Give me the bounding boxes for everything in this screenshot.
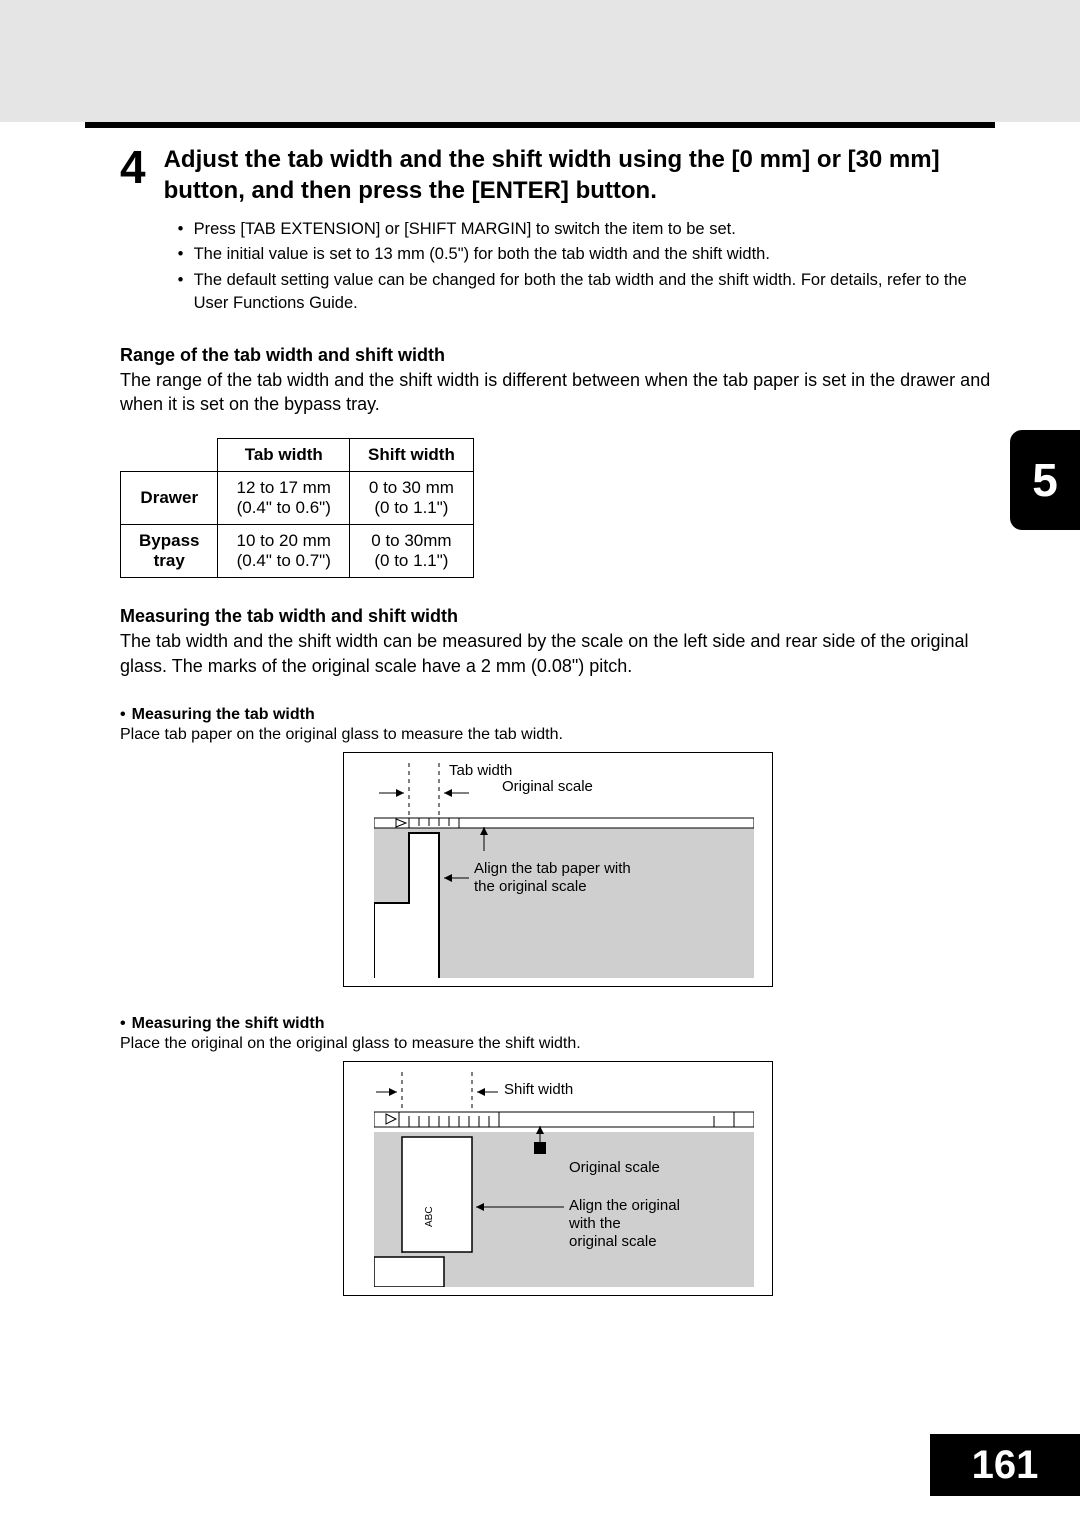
chapter-tab: 5 (1010, 430, 1080, 530)
cell: 0 to 30 mm (0 to 1.1") (349, 472, 473, 525)
shift-measure-text: Place the original on the original glass… (120, 1035, 995, 1053)
svg-text:Original scale: Original scale (569, 1159, 660, 1176)
list-item: The initial value is set to 13 mm (0.5")… (178, 243, 995, 266)
header-band (0, 0, 1080, 122)
diagram-icon: ABC Shift width Original scale Align the… (374, 1072, 754, 1287)
cell: 10 to 20 mm (0.4" to 0.7") (218, 525, 350, 578)
measure-heading: Measuring the tab width and shift width (120, 606, 995, 627)
range-heading: Range of the tab width and shift width (120, 345, 995, 366)
tab-measure-heading: •Measuring the tab width (120, 706, 995, 724)
step-body: Adjust the tab width and the shift width… (164, 144, 995, 317)
step-block: 4 Adjust the tab width and the shift wid… (120, 144, 995, 317)
svg-text:the original scale: the original scale (474, 878, 587, 895)
table-row: Bypasstray 10 to 20 mm (0.4" to 0.7") 0 … (121, 525, 474, 578)
content: 4 Adjust the tab width and the shift wid… (0, 128, 1080, 1296)
measure-text: The tab width and the shift width can be… (120, 629, 995, 678)
diagram-icon: Tab width Original scale Align the tab p… (374, 763, 754, 978)
svg-text:Tab width: Tab width (449, 763, 512, 779)
svg-text:Align the original: Align the original (569, 1197, 680, 1214)
range-text: The range of the tab width and the shift… (120, 368, 995, 417)
row-bypass: Bypasstray (121, 525, 218, 578)
figure-tab-width: Tab width Original scale Align the tab p… (343, 752, 773, 987)
svg-text:original scale: original scale (569, 1233, 657, 1250)
cell: 12 to 17 mm (0.4" to 0.6") (218, 472, 350, 525)
list-item: The default setting value can be changed… (178, 269, 995, 315)
cell: 0 to 30mm (0 to 1.1") (349, 525, 473, 578)
shift-measure-heading: •Measuring the shift width (120, 1015, 995, 1033)
svg-text:with the: with the (568, 1215, 621, 1232)
col-shift-width: Shift width (349, 439, 473, 472)
svg-text:Align the tab paper with: Align the tab paper with (474, 860, 631, 877)
svg-text:ABC: ABC (424, 1206, 435, 1227)
svg-text:Original scale: Original scale (502, 778, 593, 795)
page-number-box: 161 (930, 1434, 1080, 1496)
step-title: Adjust the tab width and the shift width… (164, 144, 995, 206)
step-notes: Press [TAB EXTENSION] or [SHIFT MARGIN] … (178, 218, 995, 314)
chapter-number: 5 (1032, 453, 1058, 507)
range-table: Tab width Shift width Drawer 12 to 17 mm… (120, 438, 474, 578)
manual-page: 4 Adjust the tab width and the shift wid… (0, 0, 1080, 1526)
svg-text:Shift width: Shift width (504, 1081, 573, 1098)
tab-measure-text: Place tab paper on the original glass to… (120, 726, 995, 744)
list-item: Press [TAB EXTENSION] or [SHIFT MARGIN] … (178, 218, 995, 241)
page-number: 161 (972, 1443, 1039, 1488)
table-row: Drawer 12 to 17 mm (0.4" to 0.6") 0 to 3… (121, 472, 474, 525)
figure-shift-width: ABC Shift width Original scale Align the… (343, 1061, 773, 1296)
col-tab-width: Tab width (218, 439, 350, 472)
row-drawer: Drawer (121, 472, 218, 525)
step-number: 4 (120, 144, 146, 317)
